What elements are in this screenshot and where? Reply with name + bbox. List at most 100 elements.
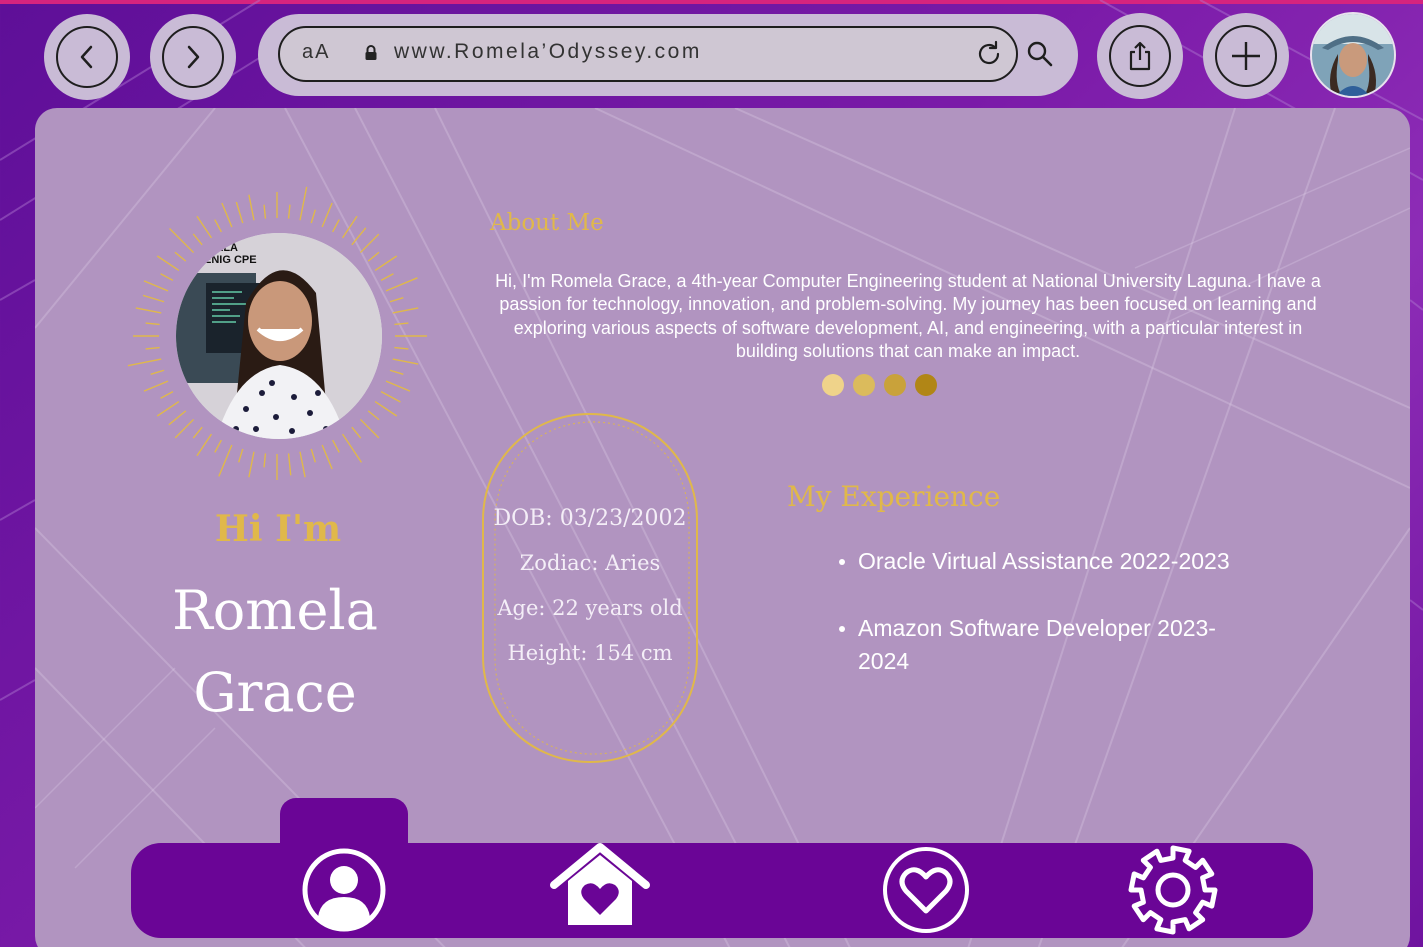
sunburst-ray — [385, 277, 418, 292]
profile-panel: ELA ENIG CPE Hi I'm Romela Grace About M… — [35, 108, 1410, 947]
sunburst-ray — [142, 294, 165, 303]
profile-photo: ELA ENIG CPE — [176, 233, 382, 439]
oval-frame — [482, 412, 698, 764]
zodiac-text: Zodiac: Aries — [519, 551, 661, 575]
sunburst-ray — [380, 391, 401, 403]
sunburst-ray — [192, 426, 203, 439]
sunburst-ray — [135, 307, 162, 314]
sunburst-ray — [341, 215, 358, 239]
address-bar-container: aA www.Romela’Odyssey.com — [258, 14, 1078, 96]
sunburst-ray — [263, 453, 267, 468]
back-button[interactable] — [44, 14, 130, 100]
nav-profile-button[interactable] — [299, 845, 389, 935]
reload-icon[interactable] — [974, 39, 1004, 69]
sunburst-ray — [351, 227, 367, 246]
sunburst-ray — [248, 194, 255, 221]
url-text[interactable]: www.Romela’Odyssey.com — [394, 40, 702, 64]
sunburst-ray — [168, 410, 187, 426]
sunburst-ray — [332, 219, 340, 233]
forward-button[interactable] — [150, 14, 236, 100]
profile-name: Romela Grace — [125, 570, 425, 734]
chevron-left-icon — [80, 45, 93, 69]
sunburst-ray — [380, 273, 394, 281]
sunburst-ray — [389, 297, 404, 303]
carousel-dot[interactable] — [884, 374, 906, 396]
experience-title: My Experience — [787, 480, 1001, 513]
sunburst-ray — [160, 391, 174, 399]
about-text: Hi, I'm Romela Grace, a 4th-year Compute… — [495, 271, 1321, 362]
experience-item: Amazon Software Developer 2023-2024 — [833, 612, 1253, 678]
sunburst-ray — [389, 369, 404, 375]
sunburst-ray — [392, 307, 419, 314]
details-card: DOB: 03/23/2002 Zodiac: Aries Age: 22 ye… — [475, 408, 705, 768]
greeting: Hi I'm — [214, 508, 342, 550]
experience-item: Oracle Virtual Assistance 2022-2023 — [833, 545, 1253, 578]
sunburst-ray — [392, 358, 419, 365]
address-bar[interactable]: aA www.Romela’Odyssey.com — [278, 26, 1018, 82]
avatar-photo — [1312, 14, 1394, 96]
carousel-dots — [822, 374, 937, 396]
nav-home-button[interactable] — [545, 841, 655, 931]
last-name: Grace — [193, 661, 357, 724]
sunburst-ray — [150, 369, 165, 375]
carousel-dot[interactable] — [822, 374, 844, 396]
sunburst-ray — [367, 251, 380, 262]
sunburst-ray — [310, 448, 316, 463]
gear-icon — [1128, 845, 1218, 935]
height-text: Height: 154 cm — [507, 641, 673, 665]
sunburst-ray — [174, 418, 195, 439]
sunburst-ray — [394, 346, 409, 350]
carousel-dot[interactable] — [853, 374, 875, 396]
heart-icon — [883, 847, 969, 933]
sunburst-ray — [145, 322, 160, 326]
sunburst-ray — [221, 202, 233, 228]
sunburst-ray — [332, 439, 340, 453]
nav-favorites-button[interactable] — [880, 844, 972, 936]
new-tab-button[interactable] — [1203, 13, 1289, 99]
sunburst-ray — [367, 410, 380, 421]
sunburst-ray — [160, 273, 174, 281]
about-title: About Me — [490, 210, 604, 236]
sunburst-ray — [321, 202, 333, 228]
sunburst-ray — [299, 451, 306, 478]
first-name: Romela — [172, 579, 378, 642]
sunburst-ray — [351, 426, 362, 439]
bottom-nav — [131, 843, 1313, 938]
sunburst-ray — [310, 209, 316, 224]
sunburst-ray — [143, 380, 169, 392]
sunburst-ray — [263, 204, 267, 219]
search-icon[interactable] — [1026, 40, 1054, 68]
share-icon — [1129, 41, 1151, 71]
chevron-right-icon — [187, 45, 200, 69]
nav-settings-button[interactable] — [1126, 843, 1220, 937]
sunburst-ray — [218, 444, 233, 477]
sunburst-ray — [374, 400, 398, 417]
sunburst-ray — [321, 444, 333, 470]
sunburst-ray — [359, 233, 380, 254]
sunburst-ray — [156, 255, 180, 272]
share-button[interactable] — [1097, 13, 1183, 99]
plus-icon — [1232, 42, 1260, 70]
carousel-dot[interactable] — [915, 374, 937, 396]
sunburst-ray — [287, 453, 292, 476]
sunburst-ray — [145, 346, 160, 350]
text-size-button[interactable]: aA — [302, 41, 330, 64]
sunburst-ray — [127, 358, 162, 367]
home-heart-icon — [550, 843, 650, 925]
sunburst-ray — [214, 439, 222, 453]
sunburst-ray — [174, 251, 187, 262]
age-text: Age: 22 years old — [497, 596, 683, 620]
sunburst-ray — [341, 433, 363, 463]
sunburst-ray — [385, 380, 411, 392]
sunburst-ray — [248, 451, 255, 478]
sunburst-ray — [192, 233, 203, 246]
portrait-image: ELA ENIG CPE — [176, 233, 382, 439]
dob-text: DOB: 03/23/2002 — [493, 506, 687, 531]
sunburst-ray — [156, 400, 180, 417]
sunburst-ray — [196, 433, 213, 457]
sunburst-ray — [374, 255, 398, 272]
sunburst-ray — [169, 228, 195, 254]
profile-avatar[interactable] — [1310, 12, 1396, 98]
sunburst-ray — [235, 201, 244, 224]
sunburst-ray — [287, 204, 291, 219]
